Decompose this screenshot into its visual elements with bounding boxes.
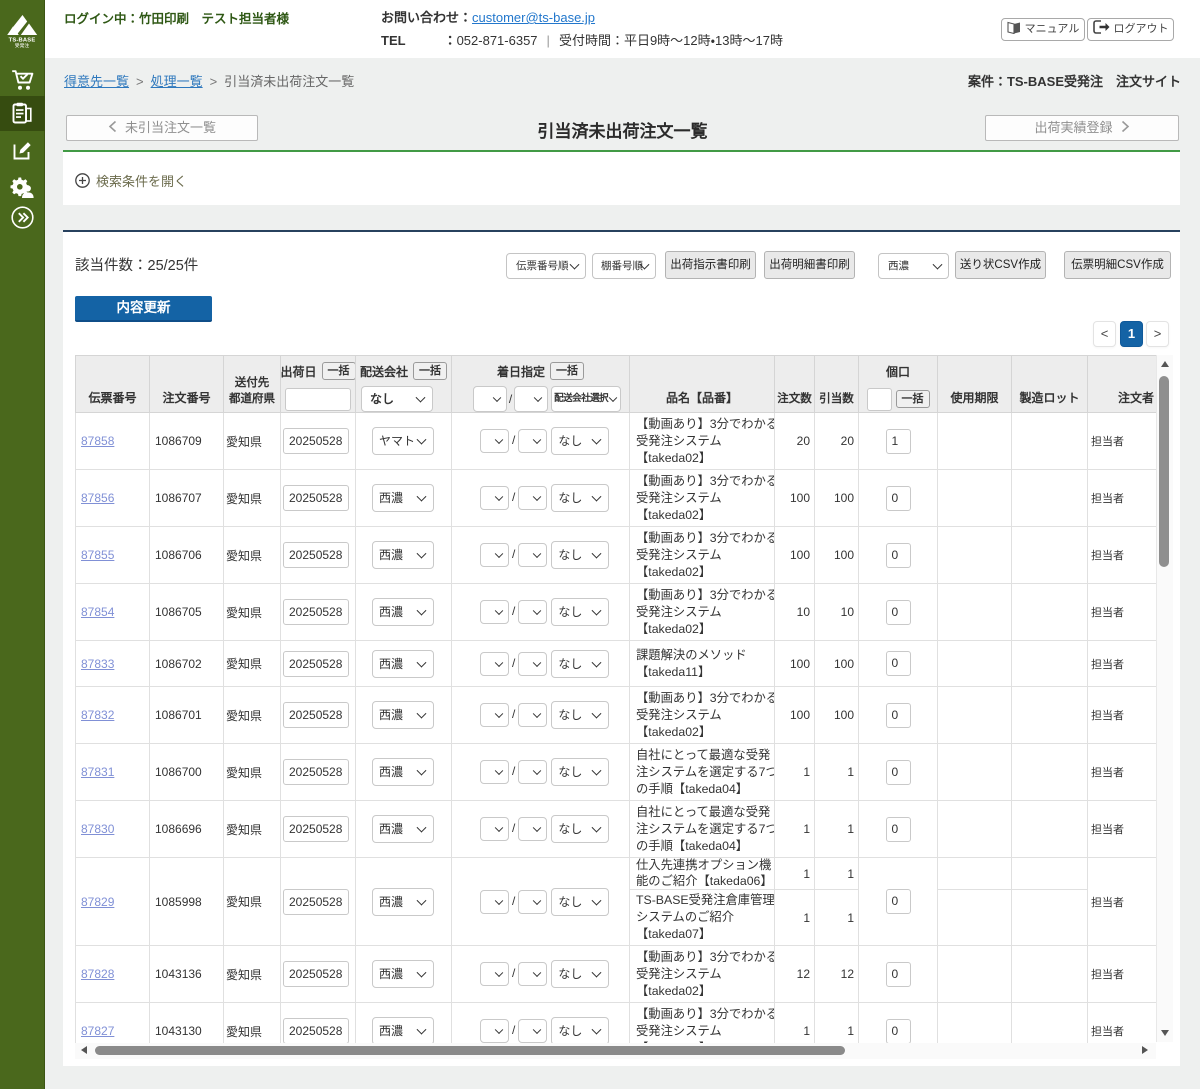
svg-text:TS-BASE: TS-BASE bbox=[9, 38, 36, 44]
